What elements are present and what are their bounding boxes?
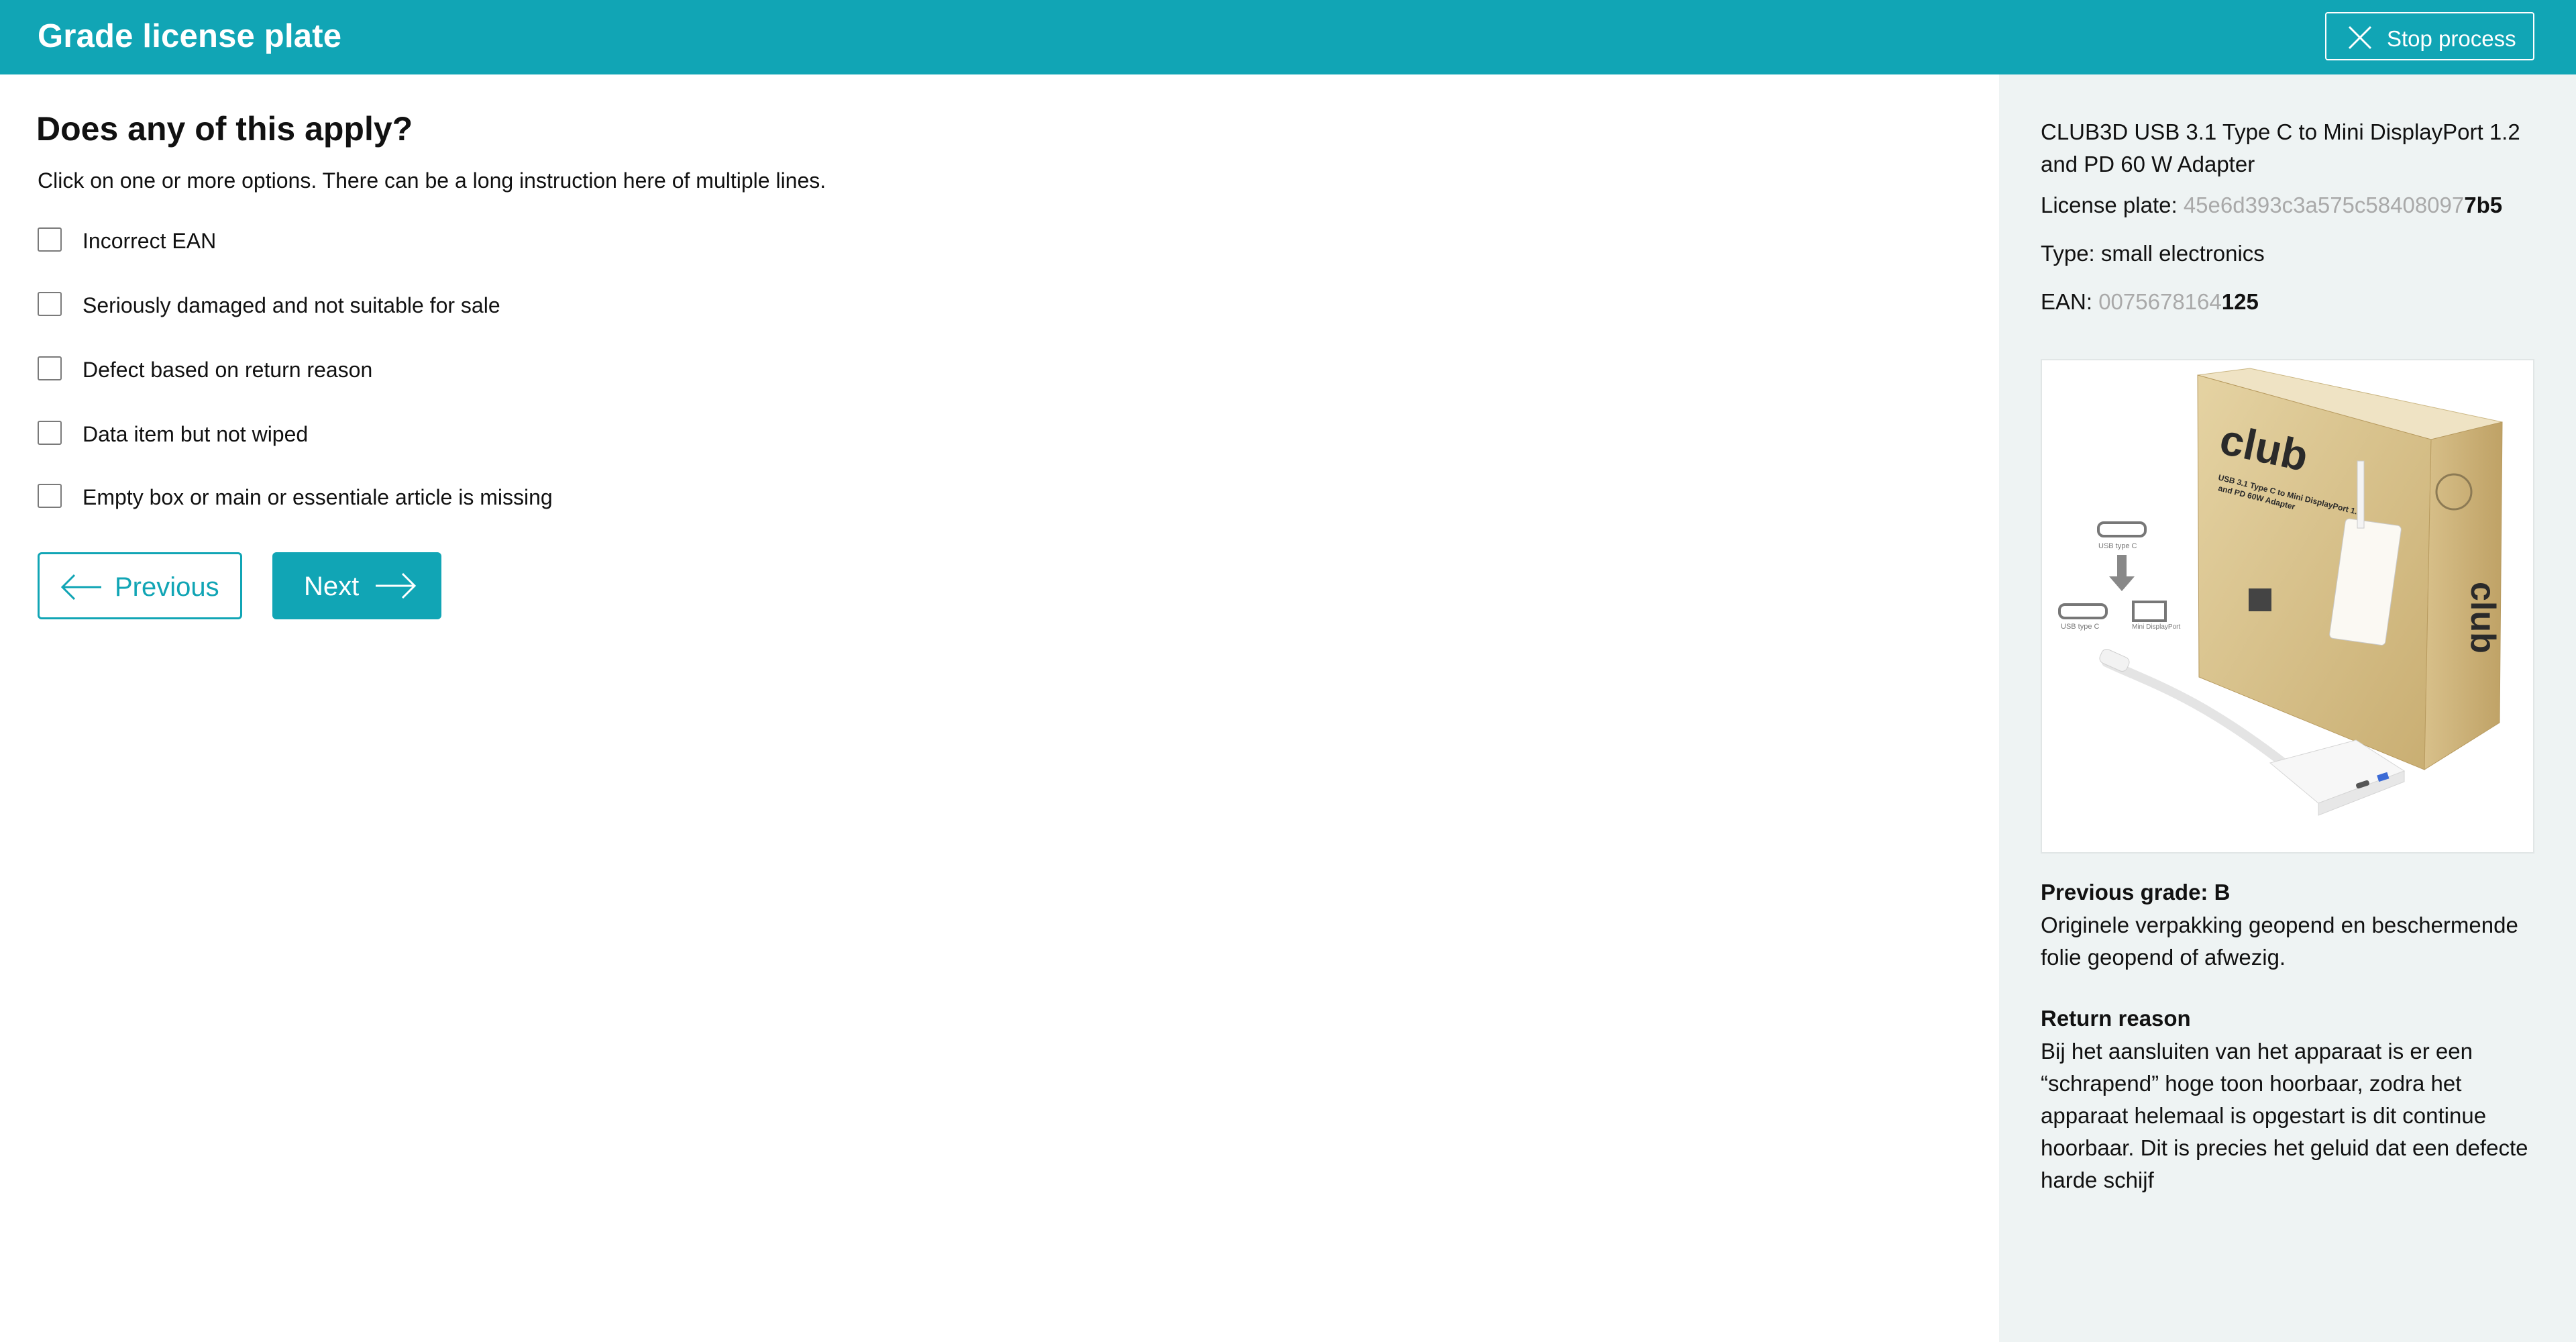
type-row: Type: small electronics [2041,241,2265,266]
instruction-text: Click on one or more options. There can … [38,168,826,193]
product-name: CLUB3D USB 3.1 Type C to Mini DisplayPor… [2041,119,2520,176]
checkbox[interactable] [38,292,62,316]
ean-prefix: 0075678164 [2098,289,2222,314]
license-plate-suffix: 7b5 [2464,193,2503,217]
license-plate-label: License plate: [2041,193,2184,217]
ean-row: EAN: 0075678164125 [2041,289,2259,315]
return-reason-title: Return reason [2041,1006,2191,1031]
close-icon [2348,25,2372,50]
question-heading: Does any of this apply? [36,110,413,148]
ean-suffix: 125 [2221,289,2259,314]
svg-text:club: club [2463,582,2502,654]
header-bar: Grade license plate Stop process [0,0,2576,74]
mini-dp-label: Mini DisplayPort [2132,623,2180,631]
usb-c-label: USB type C [2098,542,2137,550]
arrow-left-icon [60,574,101,601]
stop-process-label: Stop process [2387,26,2516,51]
previous-grade-description: Originele verpakking geopend en bescherm… [2041,913,2518,970]
return-reason-description: Bij het aansluiten van het apparaat is e… [2041,1039,2528,1192]
product-image: club USB 3.1 Type C to Mini DisplayPort … [2041,359,2534,854]
previous-label: Previous [115,572,219,602]
option-label: Seriously damaged and not suitable for s… [83,293,500,317]
stop-process-button[interactable]: Stop process [2325,12,2534,60]
option-label: Defect based on return reason [83,358,373,382]
checkbox[interactable] [38,484,62,508]
product-illustration: club USB 3.1 Type C to Mini DisplayPort … [2058,368,2503,816]
previous-button[interactable]: Previous [38,552,242,619]
option-label: Incorrect EAN [83,229,217,253]
option-label: Data item but not wiped [83,422,309,446]
type-value: small electronics [2100,241,2265,266]
checkbox[interactable] [38,421,62,445]
option-label: Empty box or main or essentiale article … [83,485,553,509]
license-plate-prefix: 45e6d393c3a575c58408097 [2183,193,2465,217]
product-sidebar: CLUB3D USB 3.1 Type C to Mini DisplayPor… [1999,74,2576,1342]
license-plate-row: License plate: 45e6d393c3a575c584080977b… [2041,193,2502,218]
page-title: Grade license plate [38,18,342,54]
next-label: Next [304,572,360,601]
usb-c-label-2: USB type C [2061,623,2100,631]
next-button[interactable]: Next [272,552,441,619]
checkbox[interactable] [38,227,62,252]
arrow-right-icon [376,572,417,599]
type-label: Type: [2041,241,2101,266]
checkbox[interactable] [38,356,62,380]
main-panel: Does any of this apply? Click on one or … [0,74,1999,1342]
previous-grade-title: Previous grade: B [2041,880,2231,905]
ean-label: EAN: [2041,289,2099,314]
